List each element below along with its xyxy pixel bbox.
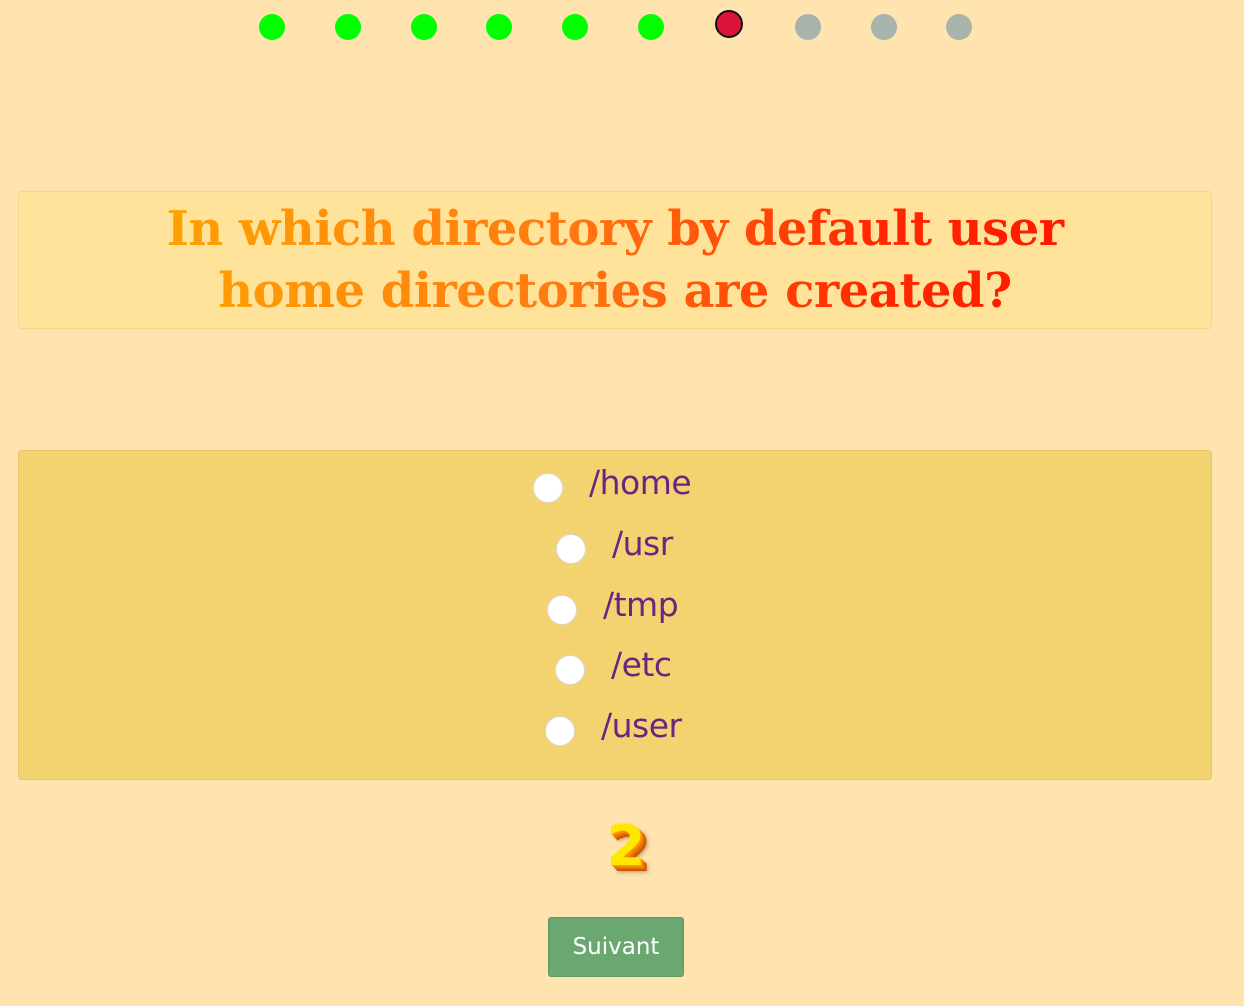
progress-dot-9 [871,14,897,40]
answer-option-3[interactable]: /tmp [547,579,679,629]
progress-dot-5 [562,14,588,40]
answer-option-5[interactable]: /user [545,700,682,750]
radio-button[interactable] [545,716,575,746]
answers-box: /home /usr /tmp /etc /user [18,450,1212,780]
question-text: In which directory by default user home … [115,198,1115,322]
radio-button[interactable] [533,473,563,503]
question-box: In which directory by default user home … [18,191,1212,329]
progress-dot-10 [946,14,972,40]
radio-button[interactable] [547,595,577,625]
progress-dot-3 [411,14,437,40]
answer-option-2[interactable]: /usr [556,518,673,568]
radio-button[interactable] [555,655,585,685]
progress-dot-6 [638,14,664,40]
answer-label[interactable]: /user [601,706,682,745]
radio-button[interactable] [556,534,586,564]
progress-dot-current [715,10,743,38]
question-counter: 2 [606,814,646,879]
progress-indicator [0,0,1244,56]
progress-dot-2 [335,14,361,40]
answer-option-1[interactable]: /home [533,457,692,507]
answer-label[interactable]: /tmp [603,585,679,624]
quiz-page: In which directory by default user home … [0,0,1244,1006]
answer-label[interactable]: /home [589,463,692,502]
progress-dot-8 [795,14,821,40]
answer-label[interactable]: /usr [612,524,673,563]
next-button[interactable]: Suivant [548,917,684,977]
progress-dot-4 [486,14,512,40]
answer-option-4[interactable]: /etc [555,639,672,689]
progress-dot-1 [259,14,285,40]
answer-label[interactable]: /etc [611,645,672,684]
